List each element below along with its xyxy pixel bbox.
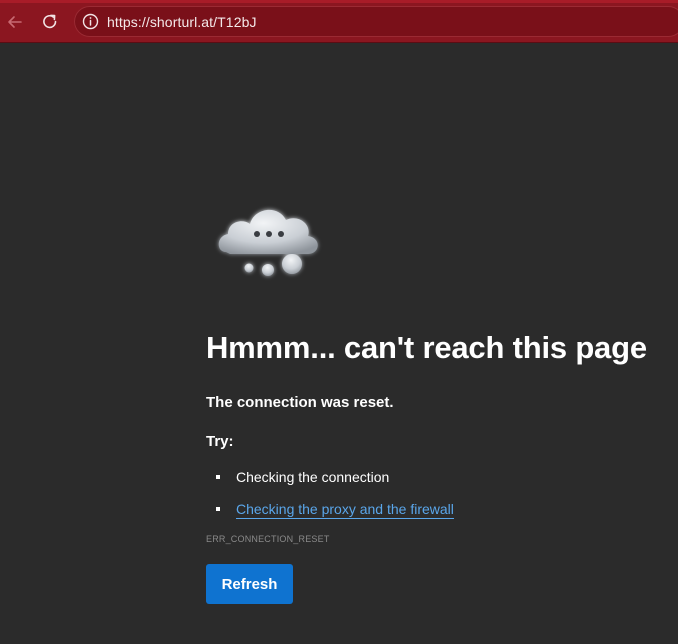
error-code: ERR_CONNECTION_RESET — [206, 534, 330, 544]
bullet-icon — [216, 507, 220, 511]
error-subtitle: The connection was reset. — [206, 394, 394, 411]
suggestion-text: Checking the connection — [236, 469, 390, 485]
try-label: Try: — [206, 433, 234, 450]
cloud-thinking-icon — [212, 196, 328, 282]
arrow-left-icon — [8, 16, 22, 28]
info-circle-icon — [82, 13, 98, 30]
address-bar[interactable]: https://shorturl.at/T12bJ — [74, 6, 678, 37]
bullet-icon — [216, 475, 220, 479]
browser-toolbar: https://shorturl.at/T12bJ — [0, 0, 678, 43]
suggestion-item-proxy-firewall: Checking the proxy and the firewall — [206, 500, 666, 532]
url-text[interactable]: https://shorturl.at/T12bJ — [107, 14, 257, 30]
page-title: Hmmm... can't reach this page — [206, 330, 647, 365]
site-info-button[interactable] — [81, 13, 99, 31]
refresh-page-button[interactable] — [36, 8, 64, 36]
suggestion-item-connection: Checking the connection — [206, 468, 666, 500]
refresh-icon — [43, 14, 57, 29]
suggestion-list: Checking the connection Checking the pro… — [206, 468, 666, 532]
refresh-button[interactable]: Refresh — [206, 564, 293, 604]
back-button[interactable] — [1, 8, 29, 36]
tab-strip-edge — [0, 0, 678, 3]
error-content: Hmmm... can't reach this page The connec… — [206, 330, 666, 604]
proxy-firewall-link[interactable]: Checking the proxy and the firewall — [236, 501, 454, 519]
